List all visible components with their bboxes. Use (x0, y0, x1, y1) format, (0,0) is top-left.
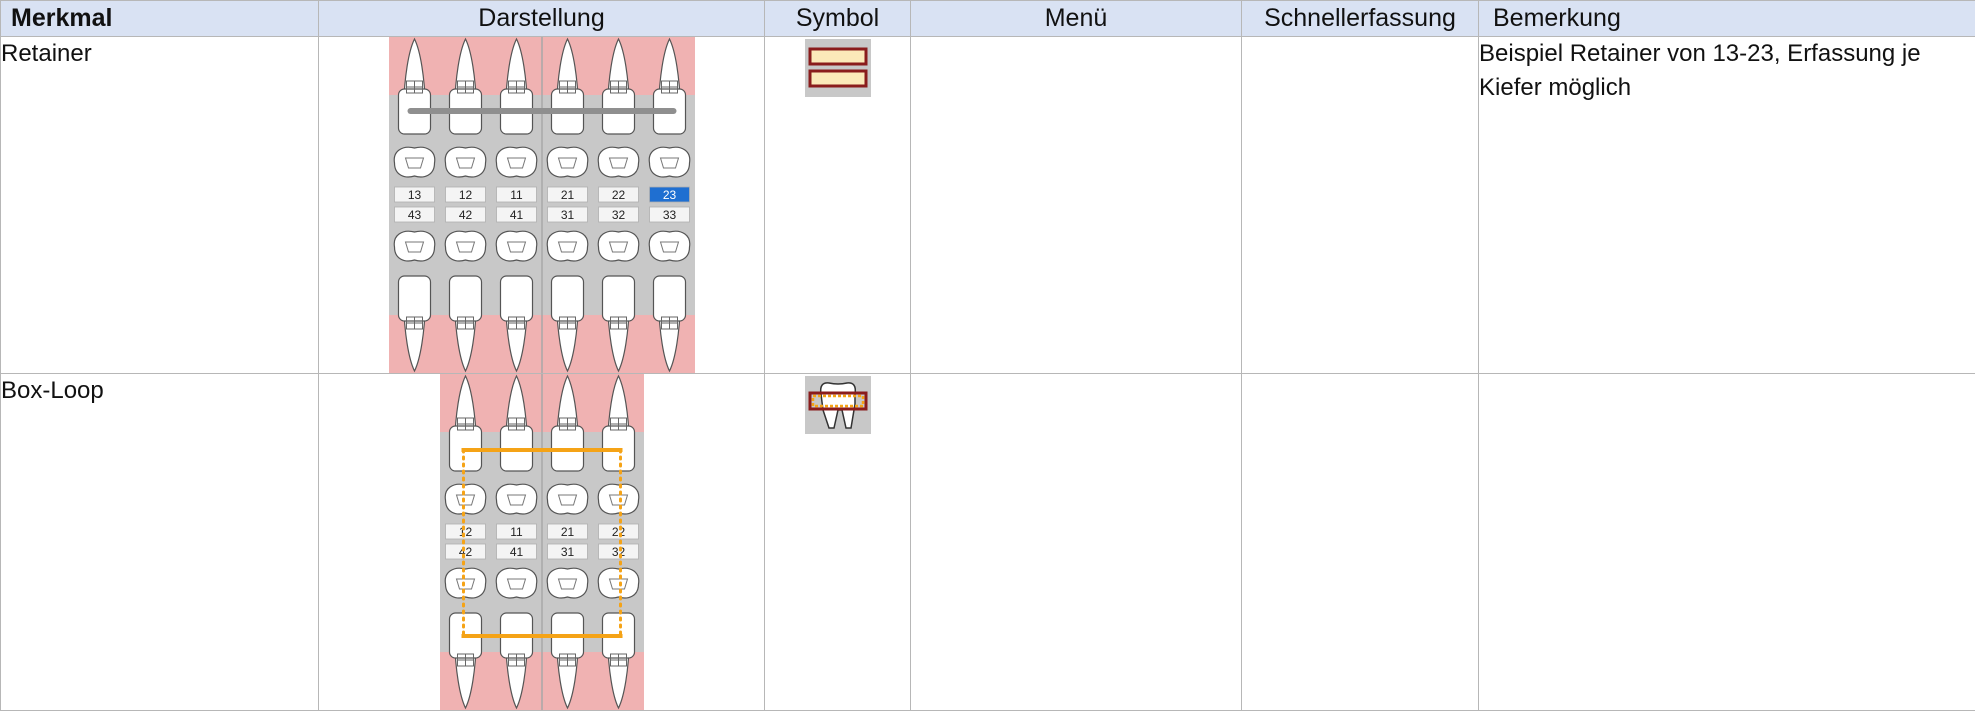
upper-occlusal-view (495, 146, 537, 178)
lower-occlusal-view (444, 567, 486, 599)
header-display: Darstellung (318, 0, 765, 37)
upper-tooth-number: 22 (611, 188, 625, 202)
lower-occlusal-view (495, 230, 537, 262)
menu-cell (910, 373, 1242, 711)
upper-occlusal-view (648, 146, 690, 178)
upper-occlusal-view (597, 146, 639, 178)
display-cell: 13 43 12 42 11 41 21 31 22 32 23 33 (318, 36, 765, 374)
upper-tooth-number: 23 (662, 188, 676, 202)
lower-tooth-number: 43 (407, 208, 421, 222)
quick-entry-cell (1241, 36, 1479, 374)
box-loop-symbol-icon[interactable] (804, 376, 871, 434)
lower-occlusal-view (393, 230, 435, 262)
remark-cell: Beispiel Retainer von 13-23, Erfassung j… (1478, 36, 1975, 374)
header-symbol: Symbol (764, 0, 911, 37)
upper-occlusal-view (495, 483, 537, 515)
upper-occlusal-view (597, 483, 639, 515)
upper-tooth-number: 22 (611, 525, 625, 539)
lower-occlusal-view (597, 567, 639, 599)
feature-label: Retainer (1, 40, 92, 67)
upper-occlusal-view (546, 483, 588, 515)
upper-tooth-number: 12 (458, 525, 472, 539)
feature-cell: Retainer (0, 36, 319, 374)
quick-entry-cell (1241, 373, 1479, 711)
lower-occlusal-view (546, 230, 588, 262)
upper-occlusal-view (444, 146, 486, 178)
table-row: Box-Loop 12 42 11 41 21 31 22 32 (0, 373, 1975, 711)
remark-cell (1478, 373, 1975, 711)
symbol-cell (764, 373, 911, 711)
lower-tooth-number: 31 (560, 208, 574, 222)
lower-tooth-number: 32 (611, 545, 625, 559)
retainer-symbol-icon[interactable] (804, 39, 871, 97)
remark-text: Beispiel Retainer von 13-23, Erfassung j… (1479, 40, 1921, 101)
table-header-row: Merkmal Darstellung Symbol Menü Schnelle… (0, 0, 1975, 37)
feature-table: Merkmal Darstellung Symbol Menü Schnelle… (0, 0, 1975, 711)
feature-label: Box-Loop (1, 377, 104, 404)
menu-cell (910, 36, 1242, 374)
header-feature: Merkmal (0, 0, 319, 37)
lower-tooth-number: 42 (458, 208, 472, 222)
header-menu: Menü (910, 0, 1242, 37)
table-row: Retainer 13 43 12 42 11 41 21 31 22 32 23 33 Beispi… (0, 36, 1975, 374)
lower-tooth-number: 41 (509, 545, 523, 559)
box-loop-dental-chart: 12 42 11 41 21 31 22 32 (439, 374, 644, 710)
upper-tooth-number: 11 (510, 525, 523, 539)
retainer-dental-chart: 13 43 12 42 11 41 21 31 22 32 23 33 (388, 37, 695, 373)
display-cell: 12 42 11 41 21 31 22 32 (318, 373, 765, 711)
lower-tooth-number: 42 (458, 545, 472, 559)
upper-tooth-number: 11 (510, 188, 523, 202)
lower-tooth-number: 31 (560, 545, 574, 559)
lower-tooth-number: 41 (509, 208, 523, 222)
feature-cell: Box-Loop (0, 373, 319, 711)
lower-occlusal-view (444, 230, 486, 262)
upper-occlusal-view (444, 483, 486, 515)
lower-tooth-number: 32 (611, 208, 625, 222)
lower-occlusal-view (648, 230, 690, 262)
lower-occlusal-view (597, 230, 639, 262)
symbol-cell (764, 36, 911, 374)
header-quick-entry: Schnellerfassung (1241, 0, 1479, 37)
upper-occlusal-view (546, 146, 588, 178)
upper-occlusal-view (393, 146, 435, 178)
lower-occlusal-view (546, 567, 588, 599)
lower-tooth-number: 33 (662, 208, 676, 222)
header-remark: Bemerkung (1478, 0, 1975, 37)
lower-occlusal-view (495, 567, 537, 599)
upper-tooth-number: 12 (458, 188, 472, 202)
upper-tooth-number: 21 (560, 188, 574, 202)
upper-tooth-number: 13 (407, 188, 421, 202)
upper-tooth-number: 21 (560, 525, 574, 539)
